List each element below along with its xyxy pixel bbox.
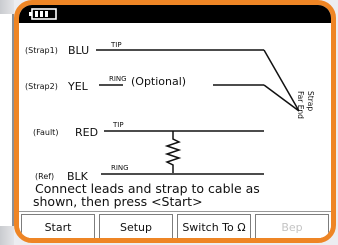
device-screen: (Strap1) BLU TIP (Strap2) YEL RING (Opti…	[14, 0, 336, 243]
conductor-label-ring: RING	[109, 75, 127, 83]
status-bar	[19, 5, 331, 23]
adjacent-screen-panel	[0, 14, 14, 226]
softkey-bar: Start Setup Switch To Ω Bep	[19, 211, 331, 238]
strap-line-upper	[263, 49, 300, 112]
start-button[interactable]: Start	[21, 214, 95, 238]
wire-prefix-strap2: (Strap2)	[25, 82, 58, 91]
bep-button[interactable]: Bep	[255, 214, 329, 238]
resistor-symbol	[164, 131, 182, 173]
wire-color-red: RED	[75, 126, 98, 139]
conductor-label-ring: RING	[111, 164, 129, 172]
conductor-label-tip: TIP	[110, 41, 122, 49]
far-end-label: Far End	[296, 91, 305, 119]
switch-to-ohms-button[interactable]: Switch To Ω	[177, 214, 251, 238]
instruction-line-2: shown, then press <Start>	[33, 194, 203, 209]
wire-prefix-fault: (Fault)	[33, 128, 58, 137]
wire-prefix-ref: (Ref)	[35, 172, 54, 181]
instruction-text: Connect leads and strap to cable as show…	[33, 182, 331, 209]
strap-label: Strap	[306, 91, 315, 111]
wire-prefix-strap1: (Strap1)	[25, 46, 58, 55]
battery-icon	[29, 8, 57, 20]
strap-line-lower	[263, 84, 300, 112]
optional-label: (Optional)	[131, 75, 186, 88]
wire-color-blu: BLU	[68, 44, 89, 57]
setup-button[interactable]: Setup	[99, 214, 173, 238]
wire-color-yel: YEL	[67, 80, 89, 93]
conductor-label-tip: TIP	[112, 121, 124, 129]
wiring-diagram: (Strap1) BLU TIP (Strap2) YEL RING (Opti…	[25, 41, 315, 183]
